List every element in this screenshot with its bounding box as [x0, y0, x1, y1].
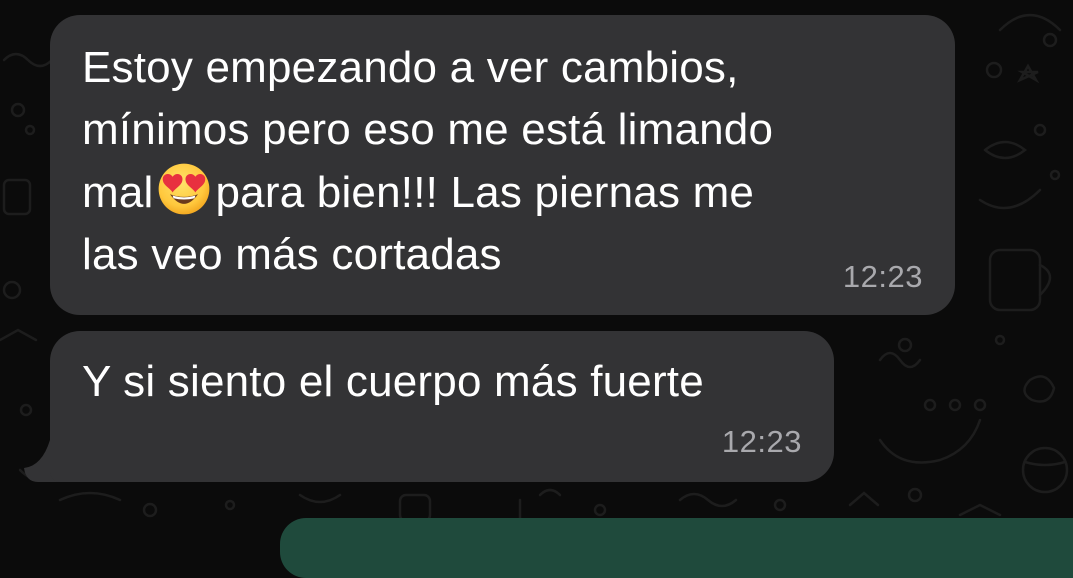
message-text: Estoy empezando a ver cambios, mínimos p… [82, 37, 773, 286]
message-timestamp: 12:23 [842, 259, 923, 294]
incoming-message-bubble[interactable]: Estoy empezando a ver cambios, mínimos p… [50, 15, 955, 315]
incoming-message-bubble[interactable]: Y si siento el cuerpo más fuerte 12:23 [50, 331, 834, 482]
message-text: Y si siento el cuerpo más fuerte [82, 357, 704, 406]
outgoing-message-bubble-partial[interactable] [280, 518, 1073, 578]
message-timestamp: 12:23 [721, 424, 802, 459]
heart-eyes-emoji-icon [158, 163, 209, 215]
